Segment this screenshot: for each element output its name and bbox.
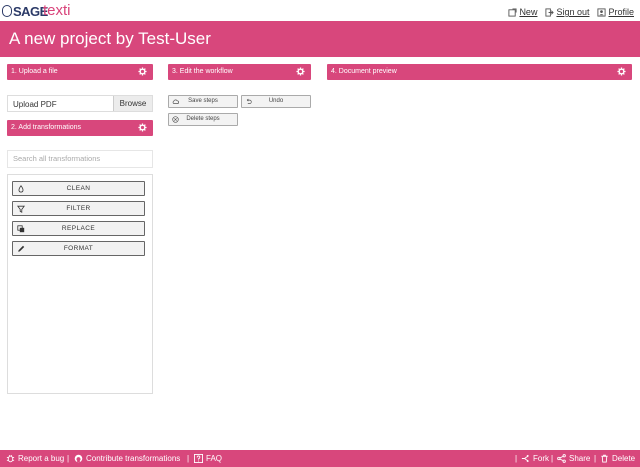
save-steps-button[interactable]: Save steps	[168, 95, 238, 108]
sage-s-icon	[2, 5, 12, 17]
footer-separator: |	[515, 454, 518, 463]
workflow-panel-title: 3. Edit the workflow	[172, 68, 233, 75]
share-link[interactable]: Share	[557, 454, 590, 463]
delete-link[interactable]: Delete	[600, 454, 635, 463]
gear-icon[interactable]	[138, 123, 147, 132]
footer-separator: |	[187, 454, 190, 463]
gear-icon[interactable]	[617, 67, 626, 76]
sign-out-icon	[545, 7, 555, 17]
profile-icon	[597, 7, 607, 17]
help-icon	[194, 454, 203, 463]
fork-link[interactable]: Fork	[521, 454, 549, 463]
github-icon	[74, 454, 83, 463]
undo-icon	[246, 98, 252, 104]
contribute-link[interactable]: Contribute transformations	[74, 454, 180, 463]
upload-panel-title: 1. Upload a file	[11, 68, 58, 75]
gear-icon[interactable]	[296, 67, 305, 76]
trash-icon	[601, 454, 608, 463]
footer-separator: |	[67, 454, 70, 463]
fork-icon	[521, 454, 529, 463]
profile-link[interactable]: Profile	[597, 7, 634, 17]
upload-pdf-field[interactable]: Upload PDF Browse	[7, 95, 153, 112]
page-title: A new project by Test-User	[9, 29, 211, 48]
search-transformations-input[interactable]: Search all transformations	[7, 150, 153, 168]
faq-link[interactable]: FAQ	[194, 454, 222, 463]
undo-button[interactable]: Undo	[241, 95, 311, 108]
drop-icon	[18, 185, 24, 193]
footer-bar: Report a bug | Contribute transformation…	[0, 450, 640, 467]
preview-panel-title: 4. Document preview	[331, 68, 397, 75]
filter-button[interactable]: FILTER	[12, 201, 145, 216]
clean-button[interactable]: CLEAN	[12, 181, 145, 196]
transform-panel-header: 2. Add transformations	[7, 120, 153, 136]
workflow-panel-header: 3. Edit the workflow	[168, 64, 311, 80]
format-button[interactable]: FORMAT	[12, 241, 145, 256]
replace-icon	[17, 225, 25, 233]
replace-button[interactable]: REPLACE	[12, 221, 145, 236]
transform-panel-title: 2. Add transformations	[11, 124, 82, 131]
bug-icon	[6, 455, 15, 463]
share-icon	[557, 454, 566, 463]
delete-steps-button[interactable]: Delete steps	[168, 113, 238, 126]
report-bug-link[interactable]: Report a bug	[6, 454, 64, 463]
upload-pdf-placeholder: Upload PDF	[13, 100, 57, 109]
footer-separator: |	[594, 454, 597, 463]
new-icon	[508, 7, 517, 17]
transformations-list: CLEAN FILTER REPLACE FORMAT	[7, 174, 153, 394]
sign-out-link[interactable]: Sign out	[545, 7, 589, 17]
footer-separator: |	[551, 454, 554, 463]
gear-icon[interactable]	[138, 67, 147, 76]
cloud-icon	[172, 99, 179, 104]
upload-panel-header: 1. Upload a file	[7, 64, 153, 80]
sage-logo[interactable]: SAGE	[2, 4, 48, 19]
new-link[interactable]: New	[508, 7, 537, 17]
texti-logo[interactable]: texti	[43, 2, 71, 19]
close-circle-icon	[172, 116, 179, 123]
top-nav: New Sign out Profile	[508, 7, 634, 17]
pencil-icon	[18, 245, 25, 252]
preview-panel-header: 4. Document preview	[327, 64, 632, 80]
browse-button[interactable]: Browse	[113, 96, 152, 111]
filter-icon	[17, 205, 25, 213]
